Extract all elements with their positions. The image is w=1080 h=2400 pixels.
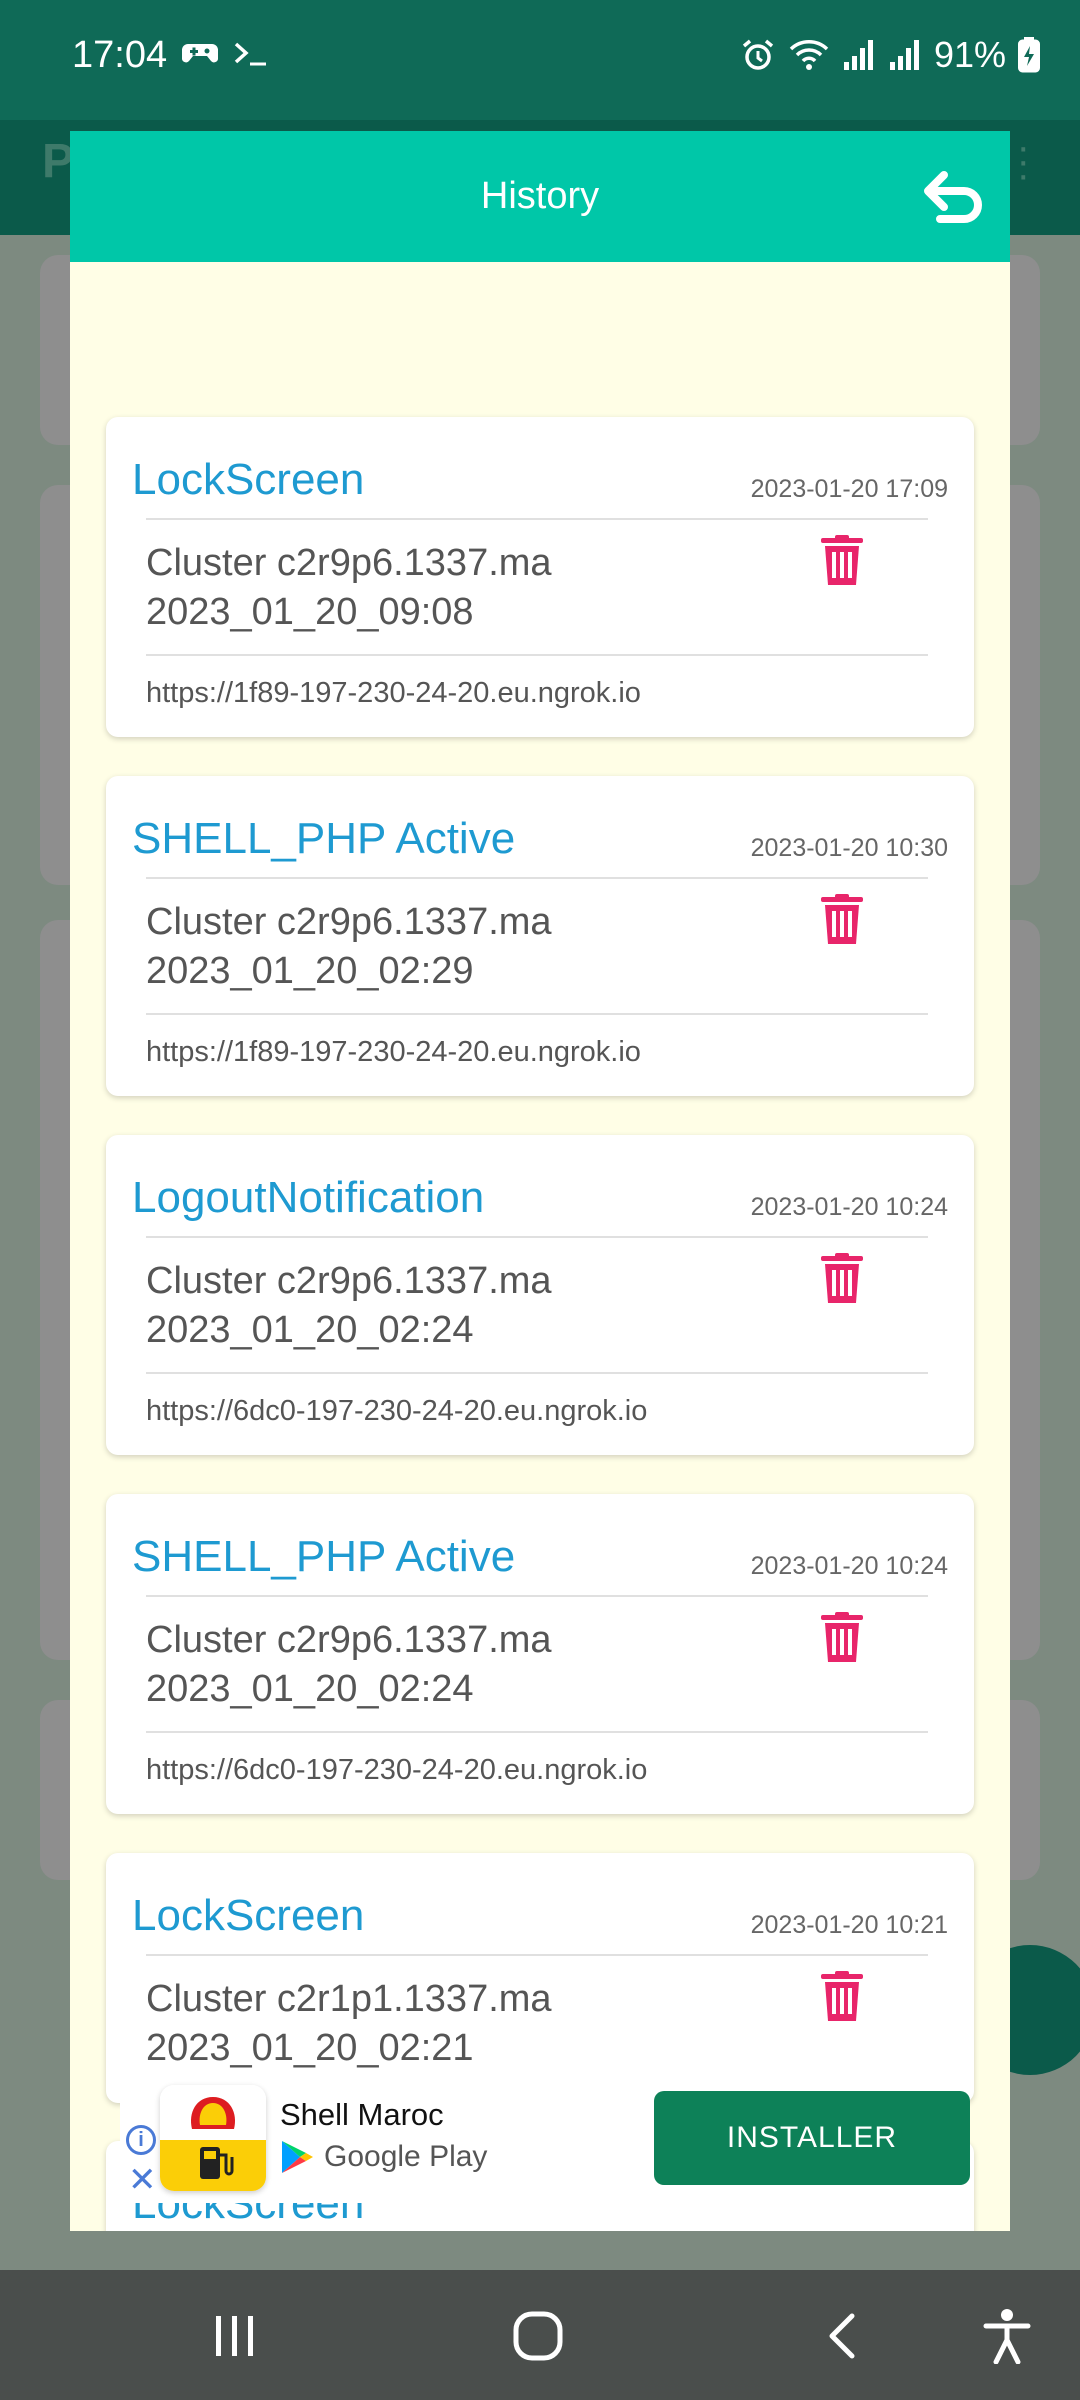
history-card: SHELL_PHP Active 2023-01-20 10:24 Cluste… bbox=[106, 1494, 974, 1814]
notification-icons bbox=[181, 38, 270, 76]
battery-percent: 91% bbox=[933, 34, 1006, 75]
recent-apps-button[interactable] bbox=[212, 2314, 258, 2358]
history-url: https://1f89-197-230-24-20.eu.ngrok.io bbox=[146, 677, 641, 709]
ad-store-label: Google Play bbox=[324, 2140, 488, 2173]
history-url: https://6dc0-197-230-24-20.eu.ngrok.io bbox=[146, 1754, 648, 1786]
back-button[interactable] bbox=[822, 2312, 862, 2360]
delete-button[interactable] bbox=[821, 535, 863, 585]
history-title: LogoutNotification bbox=[132, 1173, 485, 1222]
status-bar: 17:04 91% bbox=[0, 0, 1080, 120]
history-description: Cluster c2r1p1.1337.ma 2023_01_20_02:21 bbox=[146, 1978, 552, 2069]
divider bbox=[146, 1013, 928, 1015]
history-title: LockScreen bbox=[132, 1891, 365, 1940]
status-right: 91% bbox=[740, 34, 1040, 76]
history-card: LockScreen 2023-01-20 17:09 Cluster c2r9… bbox=[106, 417, 974, 737]
history-card: SHELL_PHP Active 2023-01-20 10:30 Cluste… bbox=[106, 776, 974, 1096]
delete-button[interactable] bbox=[821, 1612, 863, 1662]
history-card: LogoutNotification 2023-01-20 10:24 Clus… bbox=[106, 1135, 974, 1455]
divider bbox=[146, 654, 928, 656]
ad-close-icon[interactable]: ✕ bbox=[128, 2163, 157, 2197]
delete-button[interactable] bbox=[821, 1971, 863, 2021]
ad-store: Google Play bbox=[280, 2139, 487, 2175]
history-date: 2023-01-20 10:24 bbox=[750, 1552, 948, 1580]
history-title: SHELL_PHP Active bbox=[132, 814, 516, 863]
history-description: Cluster c2r9p6.1337.ma 2023_01_20_02:29 bbox=[146, 901, 552, 992]
dialog-header: History bbox=[70, 131, 1010, 262]
overflow-menu-icon: · · · bbox=[1016, 125, 1030, 197]
ad-banner[interactable]: i ✕ Shell Maroc Google Play INSTALLER bbox=[120, 2071, 970, 2203]
history-description: Cluster c2r9p6.1337.ma 2023_01_20_09:08 bbox=[146, 542, 552, 633]
home-button[interactable] bbox=[512, 2310, 564, 2362]
google-play-icon bbox=[282, 2141, 313, 2173]
history-date: 2023-01-20 10:24 bbox=[750, 1193, 948, 1221]
navigation-bar bbox=[0, 2270, 1080, 2400]
signal-icon bbox=[842, 38, 876, 72]
history-title: SHELL_PHP Active bbox=[132, 1532, 516, 1581]
divider bbox=[146, 1731, 928, 1733]
history-date: 2023-01-20 10:21 bbox=[750, 1911, 948, 1939]
history-card: LockScreen 2023-01-20 10:21 Cluster c2r1… bbox=[106, 1853, 974, 2103]
signal-icon-2 bbox=[888, 38, 922, 72]
history-date: 2023-01-20 17:09 bbox=[750, 475, 948, 503]
shell-logo bbox=[160, 2085, 266, 2191]
dialog-title: History bbox=[480, 175, 600, 217]
history-list[interactable]: LockScreen 2023-01-20 17:09 Cluster c2r9… bbox=[70, 262, 1010, 2231]
install-button[interactable]: INSTALLER bbox=[654, 2091, 970, 2185]
divider bbox=[146, 1372, 928, 1374]
battery-charging-icon bbox=[1018, 37, 1040, 73]
history-dialog: History LockScreen 2023-01-20 17:09 Clus… bbox=[70, 131, 1010, 2231]
divider bbox=[146, 1954, 928, 1956]
divider bbox=[146, 1595, 928, 1597]
delete-button[interactable] bbox=[821, 1253, 863, 1303]
accessibility-icon[interactable] bbox=[982, 2308, 1032, 2364]
game-controller-icon bbox=[181, 38, 219, 76]
wifi-icon bbox=[788, 37, 830, 73]
alarm-icon bbox=[740, 37, 776, 73]
delete-button[interactable] bbox=[821, 894, 863, 944]
divider bbox=[146, 1236, 928, 1238]
history-description: Cluster c2r9p6.1337.ma 2023_01_20_02:24 bbox=[146, 1619, 552, 1710]
divider bbox=[146, 518, 928, 520]
history-title: LockScreen bbox=[132, 455, 365, 504]
history-url: https://1f89-197-230-24-20.eu.ngrok.io bbox=[146, 1036, 641, 1068]
terminal-icon bbox=[232, 38, 270, 76]
history-date: 2023-01-20 10:30 bbox=[750, 834, 948, 862]
status-time: 17:04 bbox=[72, 34, 168, 76]
ad-info-icon[interactable]: i bbox=[126, 2125, 156, 2155]
divider bbox=[146, 877, 928, 879]
undo-button[interactable] bbox=[918, 161, 988, 231]
history-description: Cluster c2r9p6.1337.ma 2023_01_20_02:24 bbox=[146, 1260, 552, 1351]
ad-advertiser: Shell Maroc bbox=[280, 2097, 444, 2132]
history-url: https://6dc0-197-230-24-20.eu.ngrok.io bbox=[146, 1395, 648, 1427]
undo-icon bbox=[924, 171, 982, 223]
